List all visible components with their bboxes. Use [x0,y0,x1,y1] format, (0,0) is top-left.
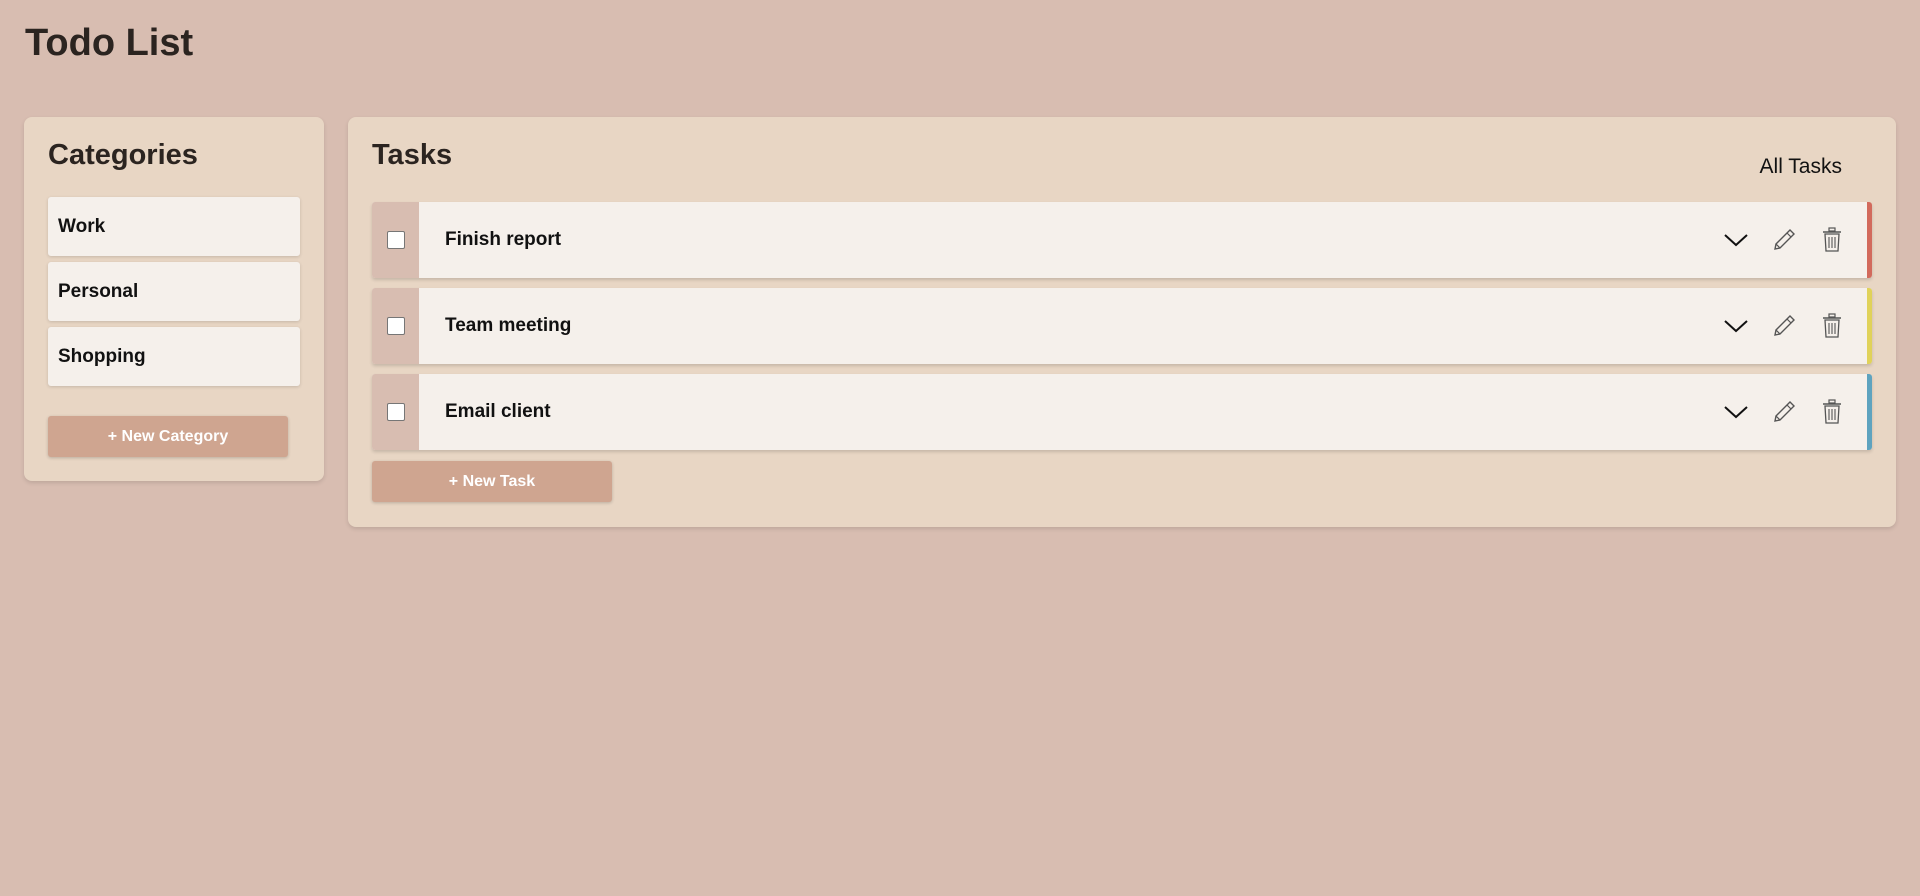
task-filter-select[interactable]: All Tasks [1760,155,1842,179]
app-title: Todo List [25,22,194,64]
category-item-shopping[interactable]: Shopping [48,327,300,386]
priority-indicator [1867,374,1872,450]
task-title: Finish report [445,229,562,250]
task-row: Team meeting [372,288,1872,364]
pencil-icon[interactable] [1770,312,1798,340]
task-list: Finish report Team meeting Email client [372,202,1872,460]
task-actions [1702,312,1846,340]
tasks-panel: Tasks All Tasks Finish report Team meeti… [348,117,1896,527]
task-title: Email client [445,401,551,422]
tasks-title: Tasks [372,139,453,171]
trash-icon[interactable] [1818,312,1846,340]
pencil-icon[interactable] [1770,226,1798,254]
categories-title: Categories [48,139,198,171]
category-list: Work Personal Shopping [48,197,300,392]
trash-icon[interactable] [1818,226,1846,254]
category-item-personal[interactable]: Personal [48,262,300,321]
trash-icon[interactable] [1818,398,1846,426]
task-actions [1702,226,1846,254]
chevron-down-icon[interactable] [1722,312,1750,340]
priority-indicator [1867,288,1872,364]
chevron-down-icon[interactable] [1722,398,1750,426]
task-checkbox[interactable] [386,317,405,335]
pencil-icon[interactable] [1770,398,1798,426]
task-actions [1702,398,1846,426]
chevron-down-icon[interactable] [1722,226,1750,254]
task-checkbox[interactable] [386,231,405,249]
categories-panel: Categories Work Personal Shopping + New … [24,117,324,481]
priority-indicator [1867,202,1872,278]
task-title: Team meeting [445,315,572,336]
new-task-button[interactable]: + New Task [372,461,612,502]
task-check-area [372,202,419,278]
task-row: Email client [372,374,1872,450]
task-check-area [372,374,419,450]
new-category-button[interactable]: + New Category [48,416,288,457]
task-row: Finish report [372,202,1872,278]
category-item-work[interactable]: Work [48,197,300,256]
task-checkbox[interactable] [386,403,405,421]
task-check-area [372,288,419,364]
